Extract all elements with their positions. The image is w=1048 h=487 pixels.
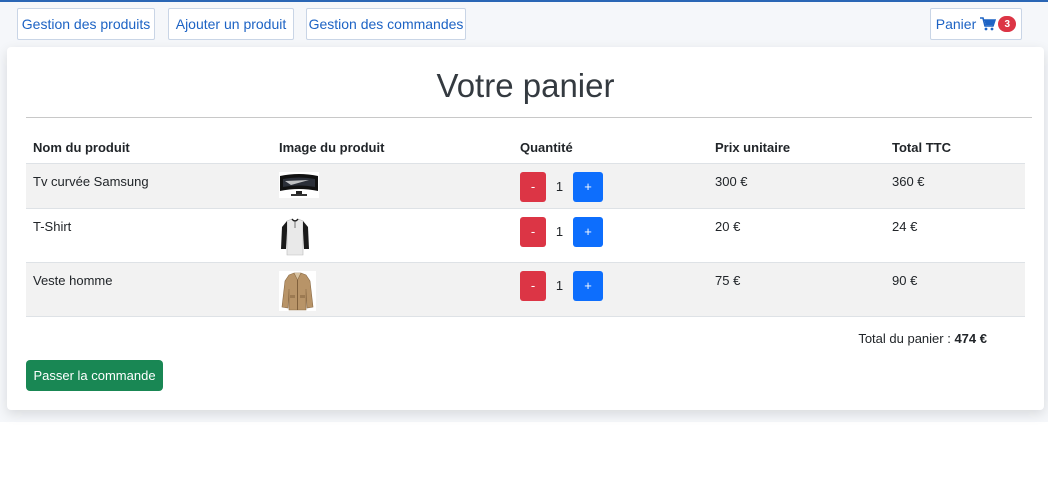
total-ttc: 360 € — [885, 163, 1025, 209]
product-image-cell — [272, 163, 513, 209]
cart-total: Total du panier : 474 € — [858, 331, 987, 346]
total-ttc: 90 € — [885, 262, 1025, 317]
checkout-button[interactable]: Passer la commande — [26, 360, 163, 391]
unit-price: 20 € — [708, 208, 885, 263]
header-total-ttc: Total TTC — [885, 133, 1025, 164]
nav-cart-button[interactable]: Panier 3 — [930, 8, 1022, 40]
quantity-value: 1 — [555, 278, 564, 293]
increase-quantity-button[interactable]: + — [573, 216, 603, 247]
product-name: T-Shirt — [26, 208, 272, 263]
nav-cart-label: Panier — [935, 16, 977, 32]
quantity-stepper: - 1 + — [520, 270, 701, 301]
table-header-row: Nom du produit Image du produit Quantité… — [26, 133, 1025, 164]
header-quantity: Quantité — [513, 133, 708, 164]
header-product-name: Nom du produit — [26, 133, 272, 164]
unit-price: 75 € — [708, 262, 885, 317]
increase-quantity-button[interactable]: + — [573, 171, 603, 202]
decrease-quantity-button[interactable]: - — [520, 171, 546, 202]
cart-icon — [980, 17, 997, 31]
table-row: T-Shirt - 1 + 20 € 24 € — [26, 208, 1025, 263]
quantity-stepper: - 1 + — [520, 216, 701, 247]
tshirt-image — [279, 216, 311, 257]
total-ttc: 24 € — [885, 208, 1025, 263]
quantity-cell: - 1 + — [513, 163, 708, 209]
nav-orders-button[interactable]: Gestion des commandes — [306, 8, 466, 40]
decrease-quantity-button[interactable]: - — [520, 270, 546, 301]
cart-card: Votre panier Nom du produit Image du pro… — [7, 47, 1044, 410]
product-image-cell — [272, 208, 513, 263]
increase-quantity-button[interactable]: + — [573, 270, 603, 301]
header-unit-price: Prix unitaire — [708, 133, 885, 164]
title-divider — [26, 117, 1032, 118]
cart-total-value: 474 € — [954, 331, 987, 346]
quantity-cell: - 1 + — [513, 208, 708, 263]
quantity-value: 1 — [555, 179, 564, 194]
cart-total-label: Total du panier : — [858, 331, 955, 346]
tv-image — [279, 171, 319, 198]
unit-price: 300 € — [708, 163, 885, 209]
quantity-cell: - 1 + — [513, 262, 708, 317]
page-title: Votre panier — [436, 67, 615, 104]
product-image-cell — [272, 262, 513, 317]
header-product-image: Image du produit — [272, 133, 513, 164]
quantity-stepper: - 1 + — [520, 171, 701, 202]
jacket-image — [279, 270, 316, 311]
decrease-quantity-button[interactable]: - — [520, 216, 546, 247]
cart-table: Nom du produit Image du produit Quantité… — [26, 133, 1025, 317]
quantity-value: 1 — [555, 224, 564, 239]
table-row: Veste homme - 1 + 75 € 90 € — [26, 262, 1025, 317]
table-row: Tv curvée Samsung - 1 + 300 € 360 € — [26, 163, 1025, 209]
cart-count-badge: 3 — [998, 16, 1017, 32]
nav-products-button[interactable]: Gestion des produits — [17, 8, 155, 40]
nav-add-product-button[interactable]: Ajouter un produit — [168, 8, 294, 40]
product-name: Veste homme — [26, 262, 272, 317]
product-name: Tv curvée Samsung — [26, 163, 272, 209]
